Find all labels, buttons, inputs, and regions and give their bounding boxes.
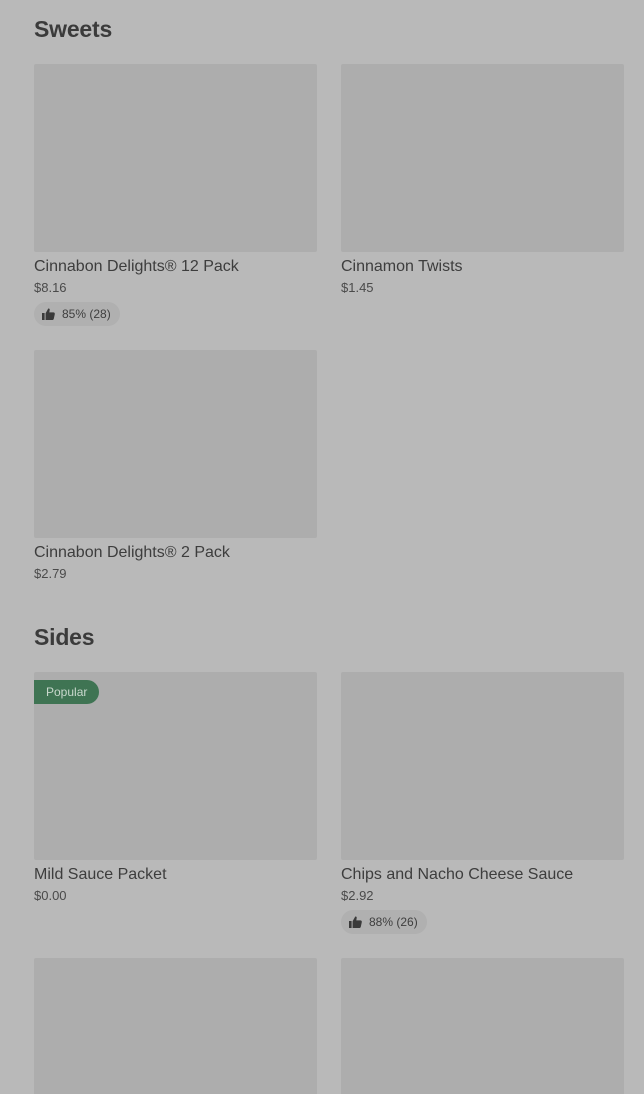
menu-item-image[interactable] (341, 64, 624, 252)
thumbs-up-icon (349, 916, 362, 928)
menu-item-card[interactable] (341, 958, 624, 1094)
section-sides: Sides Popular Mild Sauce Packet $0.00 Ch… (34, 624, 624, 1094)
rating-text: 88% (26) (369, 915, 418, 929)
section-title-sweets: Sweets (34, 16, 113, 42)
menu-item-image[interactable] (34, 350, 317, 538)
menu-item-price: $2.92 (341, 888, 374, 903)
popular-badge: Popular (34, 680, 100, 704)
menu-item-card[interactable]: Cinnabon Delights® 12 Pack $8.16 85% (28… (34, 64, 317, 326)
menu-item-image[interactable] (34, 958, 317, 1094)
menu-item-price: $2.79 (34, 566, 67, 581)
menu-item-card[interactable]: Cinnabon Delights® 2 Pack $2.79 (34, 350, 317, 590)
menu-item-image[interactable] (341, 958, 624, 1094)
menu-item-price: $0.00 (34, 888, 67, 903)
menu-item-name: Cinnamon Twists (341, 258, 463, 275)
menu-item-card[interactable]: Cinnamon Twists $1.45 (341, 64, 624, 304)
menu-item-image[interactable] (34, 64, 317, 252)
rating-badge: 88% (26) (341, 910, 427, 934)
menu-item-price: $8.16 (34, 280, 67, 295)
menu-item-image[interactable] (341, 672, 624, 860)
section-sweets: Sweets Cinnabon Delights® 12 Pack $8.16 … (34, 16, 624, 596)
rating-badge: 85% (28) (34, 302, 120, 326)
section-title-sides: Sides (34, 624, 95, 650)
menu-item-card[interactable]: Popular Mild Sauce Packet $0.00 (34, 672, 317, 912)
menu-item-card[interactable]: Chips and Nacho Cheese Sauce $2.92 88% (… (341, 672, 624, 934)
menu-item-name: Cinnabon Delights® 2 Pack (34, 544, 230, 561)
rating-text: 85% (28) (62, 307, 111, 321)
menu-item-price: $1.45 (341, 280, 374, 295)
menu-item-name: Chips and Nacho Cheese Sauce (341, 866, 574, 883)
thumbs-up-icon (42, 308, 55, 320)
menu-item-name: Cinnabon Delights® 12 Pack (34, 258, 239, 275)
menu-item-card[interactable] (34, 958, 317, 1094)
menu-item-name: Mild Sauce Packet (34, 866, 167, 883)
